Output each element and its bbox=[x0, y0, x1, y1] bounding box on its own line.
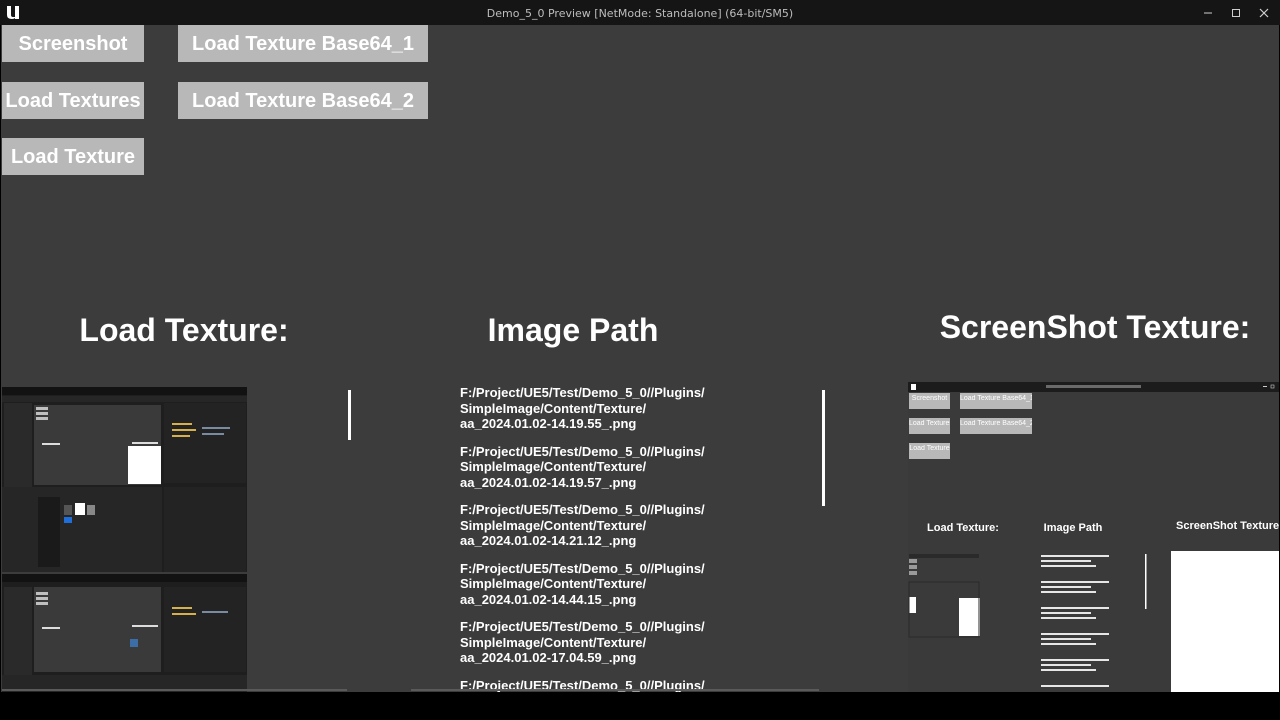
preview-screenshot-button: Screenshot bbox=[911, 395, 948, 402]
image-path-hscroll[interactable] bbox=[411, 689, 819, 691]
image-path-list[interactable]: F:/Project/UE5/Test/Demo_5_0//Plugins/ S… bbox=[460, 385, 820, 692]
editor-screenshot-thumbnail bbox=[2, 387, 247, 692]
load-textures-button[interactable]: Load Textures bbox=[2, 82, 144, 119]
screenshot-texture-heading: ScreenShot Texture: bbox=[939, 309, 1251, 345]
load-texture-button[interactable]: Load Texture bbox=[2, 138, 144, 175]
load-texture-base64-2-button[interactable]: Load Texture Base64_2 bbox=[178, 82, 428, 119]
image-path-item[interactable]: F:/Project/UE5/Test/Demo_5_0//Plugins/ S… bbox=[460, 444, 820, 491]
load-texture-base64-1-button[interactable]: Load Texture Base64_1 bbox=[178, 25, 428, 62]
texture-list-hscroll[interactable] bbox=[2, 689, 347, 691]
preview-load-base64-1-button: Load Texture Base64_1 bbox=[960, 395, 1032, 402]
preview-load-texture-button: Load Texture bbox=[909, 445, 950, 452]
game-viewport: Screenshot Load Textures Load Texture Lo… bbox=[1, 25, 1279, 692]
screenshot-texture-preview: Screenshot Load Texture Base64_1 Load Te… bbox=[908, 382, 1279, 692]
loaded-texture-list[interactable] bbox=[2, 387, 247, 692]
close-icon[interactable] bbox=[1250, 0, 1278, 25]
maximize-icon[interactable] bbox=[1222, 0, 1250, 25]
screenshot-button[interactable]: Screenshot bbox=[2, 25, 144, 62]
title-bar: Demo_5_0 Preview [NetMode: Standalone] (… bbox=[0, 0, 1280, 25]
load-texture-heading: Load Texture: bbox=[79, 312, 289, 348]
preview-load-textures-button: Load Textures bbox=[909, 420, 950, 427]
image-path-scrollbar[interactable] bbox=[822, 390, 825, 506]
image-path-item[interactable]: F:/Project/UE5/Test/Demo_5_0//Plugins/ S… bbox=[460, 561, 820, 608]
preview-load-texture-heading: Load Texture: bbox=[927, 522, 999, 534]
texture-list-scrollbar[interactable] bbox=[348, 390, 351, 440]
image-path-heading: Image Path bbox=[487, 312, 659, 348]
screenshot-preview-image bbox=[908, 382, 1279, 692]
preview-screenshot-texture-heading: ScreenShot Texture: bbox=[1176, 520, 1279, 532]
window-title: Demo_5_0 Preview [NetMode: Standalone] (… bbox=[486, 7, 794, 20]
image-path-item[interactable]: F:/Project/UE5/Test/Demo_5_0//Plugins/ S… bbox=[460, 502, 820, 549]
image-path-item[interactable]: F:/Project/UE5/Test/Demo_5_0//Plugins/ S… bbox=[460, 385, 820, 432]
preview-image-path-heading: Image Path bbox=[1043, 522, 1103, 534]
preview-load-base64-2-button: Load Texture Base64_2 bbox=[960, 420, 1032, 427]
minimize-icon[interactable] bbox=[1194, 0, 1222, 25]
image-path-item[interactable]: F:/Project/UE5/Test/Demo_5_0//Plugins/ S… bbox=[460, 619, 820, 666]
